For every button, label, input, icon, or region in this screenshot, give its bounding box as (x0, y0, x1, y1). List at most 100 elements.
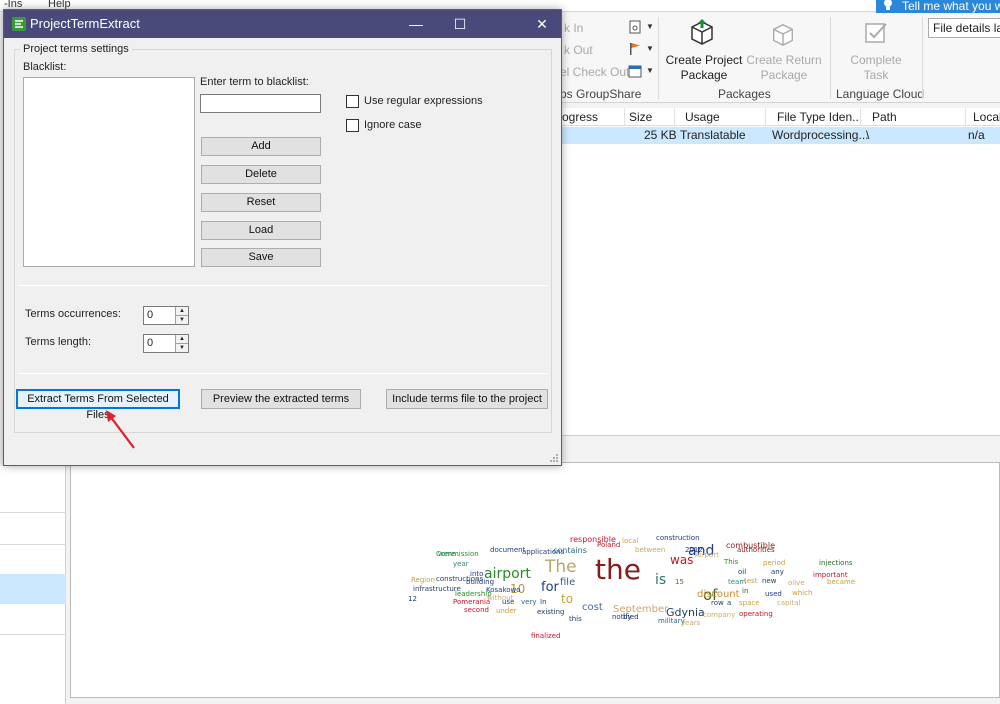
dialog-title-bar[interactable]: ProjectTermExtract — ☐ ✕ (4, 10, 561, 38)
word-cloud-term: row (711, 599, 724, 607)
group-label-packages: Packages (718, 87, 771, 101)
stepper-arrows[interactable]: ▲ ▼ (175, 335, 188, 352)
word-cloud-term: infrastructure (413, 585, 461, 593)
word-cloud-term: in (742, 587, 749, 595)
table-row[interactable]: 25 KB Translatable Wordprocessing... \ n… (560, 127, 1000, 144)
enter-term-label: Enter term to blacklist: (200, 76, 309, 88)
word-cloud-term: is (655, 572, 667, 588)
word-cloud-term: new (762, 577, 777, 585)
annotation-arrow-icon (106, 410, 135, 449)
preview-terms-button[interactable]: Preview the extracted terms (201, 389, 361, 409)
cell-path: \ (866, 128, 870, 142)
ignore-case-checkbox[interactable] (346, 119, 359, 132)
create-project-package-label-2: Package (680, 68, 728, 82)
word-cloud-term: Poland (597, 541, 621, 549)
minimize-button[interactable]: — (406, 14, 426, 34)
ribbon-separator (658, 17, 659, 99)
add-button[interactable]: Add (201, 137, 321, 156)
word-cloud-term: authorities (737, 546, 775, 554)
spin-up-icon[interactable]: ▲ (176, 307, 188, 315)
chevron-down-icon[interactable]: ▼ (646, 22, 654, 31)
word-cloud-term: space (739, 599, 760, 607)
panel-divider (0, 544, 66, 545)
flag-icon[interactable] (628, 42, 642, 56)
tell-me-box[interactable]: Tell me what you wa (876, 0, 1000, 14)
save-button[interactable]: Save (201, 248, 321, 267)
terms-occurrences-stepper[interactable]: 0 ▲ ▼ (143, 306, 189, 325)
column-size[interactable]: Size (629, 110, 652, 124)
cell-size: 25 KB (644, 128, 677, 142)
column-usage[interactable]: Usage (685, 110, 720, 124)
column-progress[interactable]: ogress (562, 110, 598, 124)
maximize-button[interactable]: ☐ (450, 14, 470, 34)
word-cloud-term: local (622, 537, 639, 545)
return-package-icon (773, 23, 793, 46)
word-cloud-term: 12 (408, 595, 417, 603)
spin-down-icon[interactable]: ▼ (176, 343, 188, 351)
terms-length-value: 0 (147, 337, 154, 349)
extract-terms-button[interactable]: Extract Terms From Selected Files (16, 389, 180, 421)
column-file-type[interactable]: File Type Iden... (777, 110, 862, 124)
document-settings-icon[interactable] (628, 20, 642, 34)
ribbon-check-out[interactable]: k Out (564, 43, 593, 57)
word-cloud-term: Region (411, 576, 435, 584)
column-local[interactable]: Local (973, 110, 1000, 124)
word-cloud-term: injections (819, 559, 853, 567)
word-cloud-term: Pomerania (453, 598, 491, 606)
terms-occurrences-value: 0 (147, 309, 154, 321)
word-cloud-term: for (541, 580, 559, 595)
selected-panel-item[interactable] (0, 574, 66, 604)
blacklist-term-input[interactable] (200, 94, 321, 113)
delete-button[interactable]: Delete (201, 165, 321, 184)
cell-file-type: Wordprocessing... (772, 128, 869, 142)
word-cloud-term: this (569, 615, 582, 623)
word-cloud-term: olive (788, 579, 805, 587)
column-divider (624, 108, 625, 126)
word-cloud-term: use (502, 598, 515, 606)
resize-grip-icon[interactable] (549, 453, 559, 463)
word-cloud-term: capital (777, 599, 801, 607)
create-return-package-label-1: Create Return (746, 53, 822, 67)
reset-button[interactable]: Reset (201, 193, 321, 212)
word-cloud-term: very (521, 598, 537, 606)
word-cloud-term: In (540, 598, 547, 606)
close-button[interactable]: ✕ (532, 14, 552, 34)
use-regex-checkbox[interactable] (346, 95, 359, 108)
word-cloud-term: between (635, 546, 666, 554)
word-cloud-term: finalized (531, 632, 561, 640)
complete-task-label-2: Task (863, 68, 889, 82)
complete-task-button[interactable]: Complete Task (836, 53, 916, 83)
chevron-down-icon[interactable]: ▼ (646, 44, 654, 53)
column-path[interactable]: Path (872, 110, 897, 124)
word-cloud-term: period (763, 559, 786, 567)
include-terms-file-button[interactable]: Include terms file to the project (386, 389, 548, 409)
blacklist-listbox[interactable] (23, 77, 195, 267)
load-button[interactable]: Load (201, 221, 321, 240)
ribbon-separator (830, 17, 831, 99)
spin-down-icon[interactable]: ▼ (176, 315, 188, 323)
word-cloud-term: used (765, 590, 782, 598)
panel-divider (0, 634, 66, 635)
word-cloud-term: was (670, 553, 694, 567)
spin-up-icon[interactable]: ▲ (176, 335, 188, 343)
chevron-down-icon[interactable]: ▼ (646, 66, 654, 75)
word-cloud-term: which (792, 589, 813, 597)
stepper-arrows[interactable]: ▲ ▼ (175, 307, 188, 324)
term-preview-area: the airport The and of is was for to 10 Gdynia Sept… (70, 462, 1000, 698)
complete-task-label-1: Complete (850, 53, 902, 67)
word-cloud-term: construction (656, 534, 700, 542)
ribbon-cancel-check-out[interactable]: el Check Out (560, 65, 629, 79)
terms-length-stepper[interactable]: 0 ▲ ▼ (143, 334, 189, 353)
section-divider (18, 373, 548, 374)
create-return-package-button[interactable]: Create Return Package (744, 53, 824, 83)
word-cloud-term: This (724, 558, 739, 566)
group-label-groupshare: ps GroupShare (560, 87, 642, 101)
panel-divider (0, 512, 66, 513)
tell-me-text: Tell me what you wa (902, 0, 1000, 13)
file-details-dropdown[interactable]: File details lay (928, 18, 1000, 38)
create-project-package-button[interactable]: Create Project Package (664, 53, 744, 83)
ribbon-check-in[interactable]: k In (564, 21, 583, 35)
cell-usage: Translatable (680, 128, 746, 142)
calendar-icon[interactable] (628, 64, 642, 78)
terms-length-label: Terms length: (25, 336, 92, 348)
